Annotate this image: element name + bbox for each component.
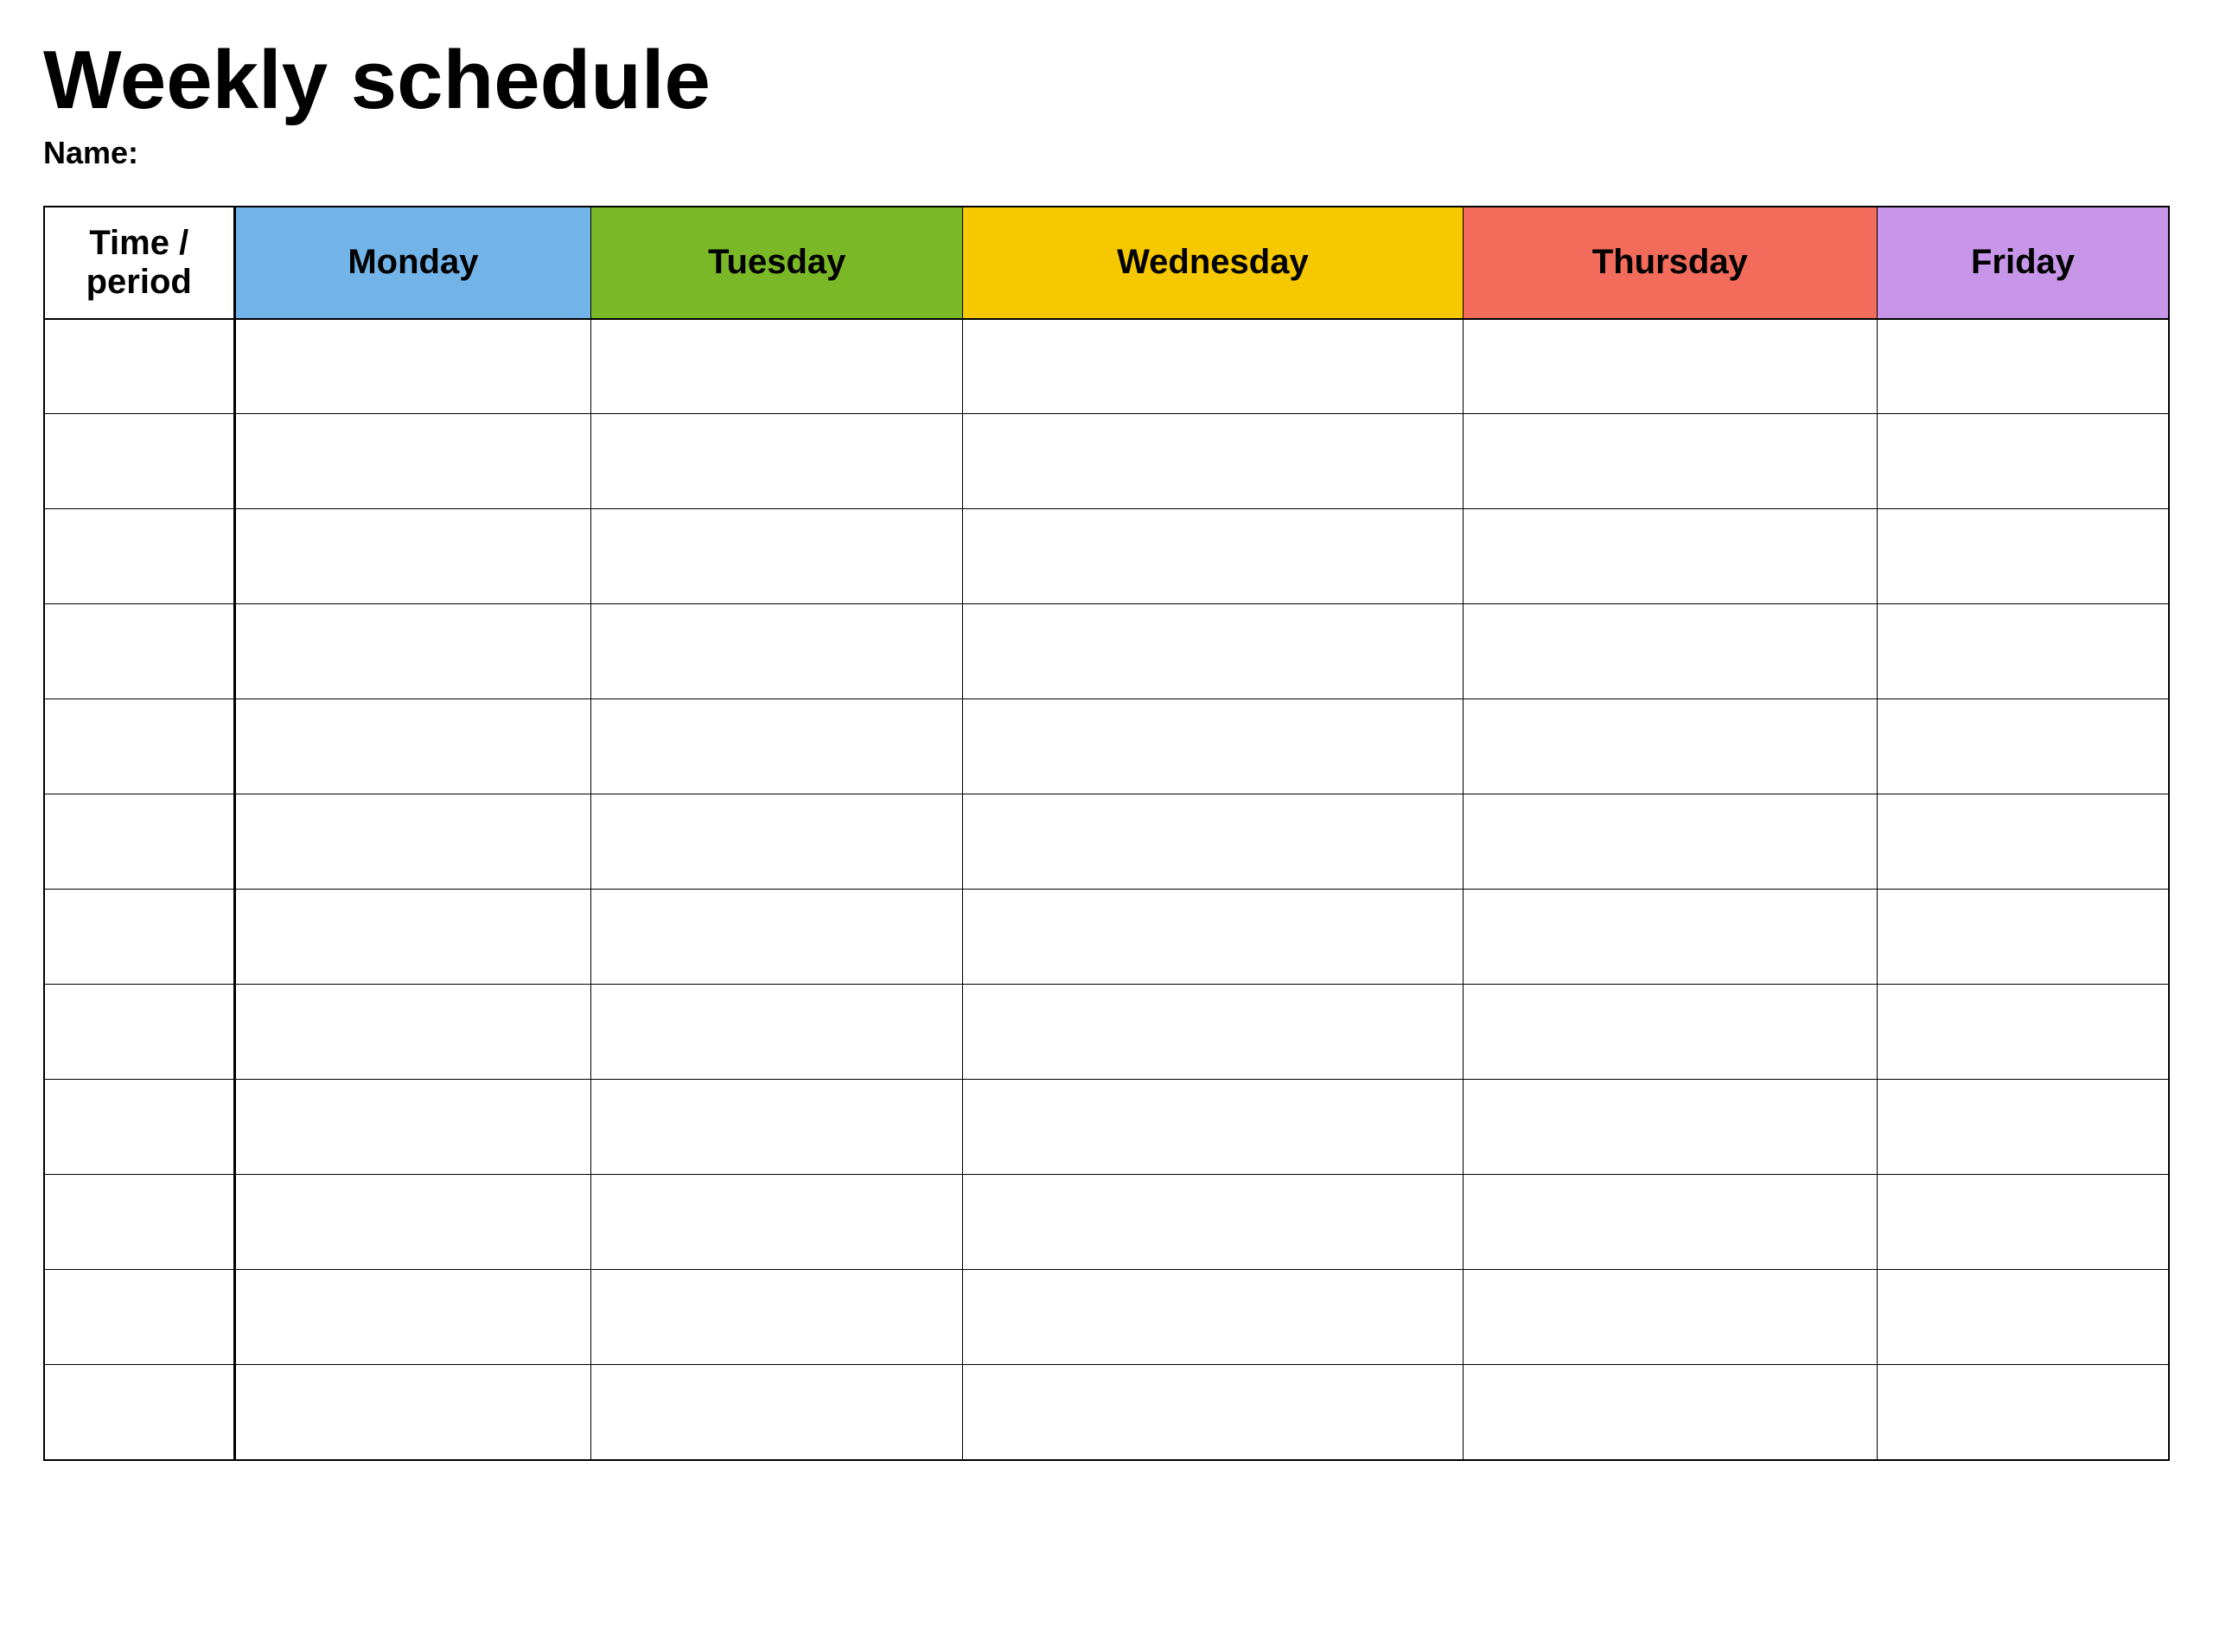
time-cell[interactable]: [44, 794, 234, 890]
day-cell[interactable]: [591, 509, 963, 604]
time-cell[interactable]: [44, 509, 234, 604]
day-cell[interactable]: [1463, 890, 1877, 985]
table-row[interactable]: [44, 1365, 2169, 1460]
table-row[interactable]: [44, 319, 2169, 414]
day-cell[interactable]: [591, 794, 963, 890]
day-cell[interactable]: [1877, 794, 2169, 890]
day-cell[interactable]: [234, 1175, 591, 1270]
day-cell[interactable]: [963, 1175, 1463, 1270]
table-row[interactable]: [44, 1080, 2169, 1175]
table-row[interactable]: [44, 414, 2169, 509]
day-cell[interactable]: [1463, 319, 1877, 414]
day-cell[interactable]: [1463, 1175, 1877, 1270]
day-cell[interactable]: [234, 319, 591, 414]
time-cell[interactable]: [44, 604, 234, 699]
day-cell[interactable]: [963, 319, 1463, 414]
weekly-schedule-table: Time / period Monday Tuesday Wednesday T…: [43, 206, 2170, 1461]
day-cell[interactable]: [234, 890, 591, 985]
time-cell[interactable]: [44, 319, 234, 414]
day-cell[interactable]: [1877, 699, 2169, 794]
time-cell[interactable]: [44, 985, 234, 1080]
header-row: Time / period Monday Tuesday Wednesday T…: [44, 207, 2169, 319]
time-cell[interactable]: [44, 1080, 234, 1175]
header-time: Time / period: [44, 207, 234, 319]
time-cell[interactable]: [44, 1175, 234, 1270]
table-row[interactable]: [44, 985, 2169, 1080]
day-cell[interactable]: [234, 985, 591, 1080]
table-row[interactable]: [44, 1175, 2169, 1270]
name-label: Name:: [43, 135, 2170, 171]
time-cell[interactable]: [44, 699, 234, 794]
header-thursday: Thursday: [1463, 207, 1877, 319]
table-row[interactable]: [44, 890, 2169, 985]
day-cell[interactable]: [591, 319, 963, 414]
day-cell[interactable]: [963, 604, 1463, 699]
day-cell[interactable]: [963, 985, 1463, 1080]
day-cell[interactable]: [591, 1080, 963, 1175]
header-friday: Friday: [1877, 207, 2169, 319]
day-cell[interactable]: [234, 509, 591, 604]
page-title: Weekly schedule: [43, 35, 2170, 126]
day-cell[interactable]: [1877, 1365, 2169, 1460]
table-row[interactable]: [44, 509, 2169, 604]
day-cell[interactable]: [1877, 985, 2169, 1080]
day-cell[interactable]: [234, 604, 591, 699]
day-cell[interactable]: [1463, 699, 1877, 794]
header-tuesday: Tuesday: [591, 207, 963, 319]
table-row[interactable]: [44, 699, 2169, 794]
day-cell[interactable]: [1877, 1270, 2169, 1365]
day-cell[interactable]: [234, 699, 591, 794]
day-cell[interactable]: [963, 1365, 1463, 1460]
day-cell[interactable]: [963, 414, 1463, 509]
day-cell[interactable]: [1463, 1080, 1877, 1175]
day-cell[interactable]: [591, 1175, 963, 1270]
day-cell[interactable]: [1877, 604, 2169, 699]
day-cell[interactable]: [1877, 1080, 2169, 1175]
day-cell[interactable]: [1463, 509, 1877, 604]
day-cell[interactable]: [234, 1365, 591, 1460]
day-cell[interactable]: [1877, 509, 2169, 604]
day-cell[interactable]: [1463, 985, 1877, 1080]
day-cell[interactable]: [1463, 414, 1877, 509]
time-cell[interactable]: [44, 890, 234, 985]
header-monday: Monday: [234, 207, 591, 319]
day-cell[interactable]: [591, 890, 963, 985]
day-cell[interactable]: [963, 1270, 1463, 1365]
day-cell[interactable]: [234, 1270, 591, 1365]
time-cell[interactable]: [44, 1270, 234, 1365]
header-wednesday: Wednesday: [963, 207, 1463, 319]
table-row[interactable]: [44, 1270, 2169, 1365]
day-cell[interactable]: [1463, 1365, 1877, 1460]
day-cell[interactable]: [591, 414, 963, 509]
day-cell[interactable]: [1877, 319, 2169, 414]
day-cell[interactable]: [1877, 890, 2169, 985]
day-cell[interactable]: [591, 1270, 963, 1365]
day-cell[interactable]: [234, 1080, 591, 1175]
day-cell[interactable]: [963, 890, 1463, 985]
day-cell[interactable]: [1877, 1175, 2169, 1270]
day-cell[interactable]: [591, 985, 963, 1080]
day-cell[interactable]: [591, 699, 963, 794]
day-cell[interactable]: [1463, 604, 1877, 699]
day-cell[interactable]: [591, 1365, 963, 1460]
day-cell[interactable]: [1463, 794, 1877, 890]
time-cell[interactable]: [44, 1365, 234, 1460]
day-cell[interactable]: [963, 794, 1463, 890]
day-cell[interactable]: [963, 699, 1463, 794]
day-cell[interactable]: [234, 794, 591, 890]
day-cell[interactable]: [963, 509, 1463, 604]
day-cell[interactable]: [963, 1080, 1463, 1175]
day-cell[interactable]: [591, 604, 963, 699]
time-cell[interactable]: [44, 414, 234, 509]
day-cell[interactable]: [1877, 414, 2169, 509]
table-row[interactable]: [44, 604, 2169, 699]
day-cell[interactable]: [234, 414, 591, 509]
day-cell[interactable]: [1463, 1270, 1877, 1365]
table-row[interactable]: [44, 794, 2169, 890]
